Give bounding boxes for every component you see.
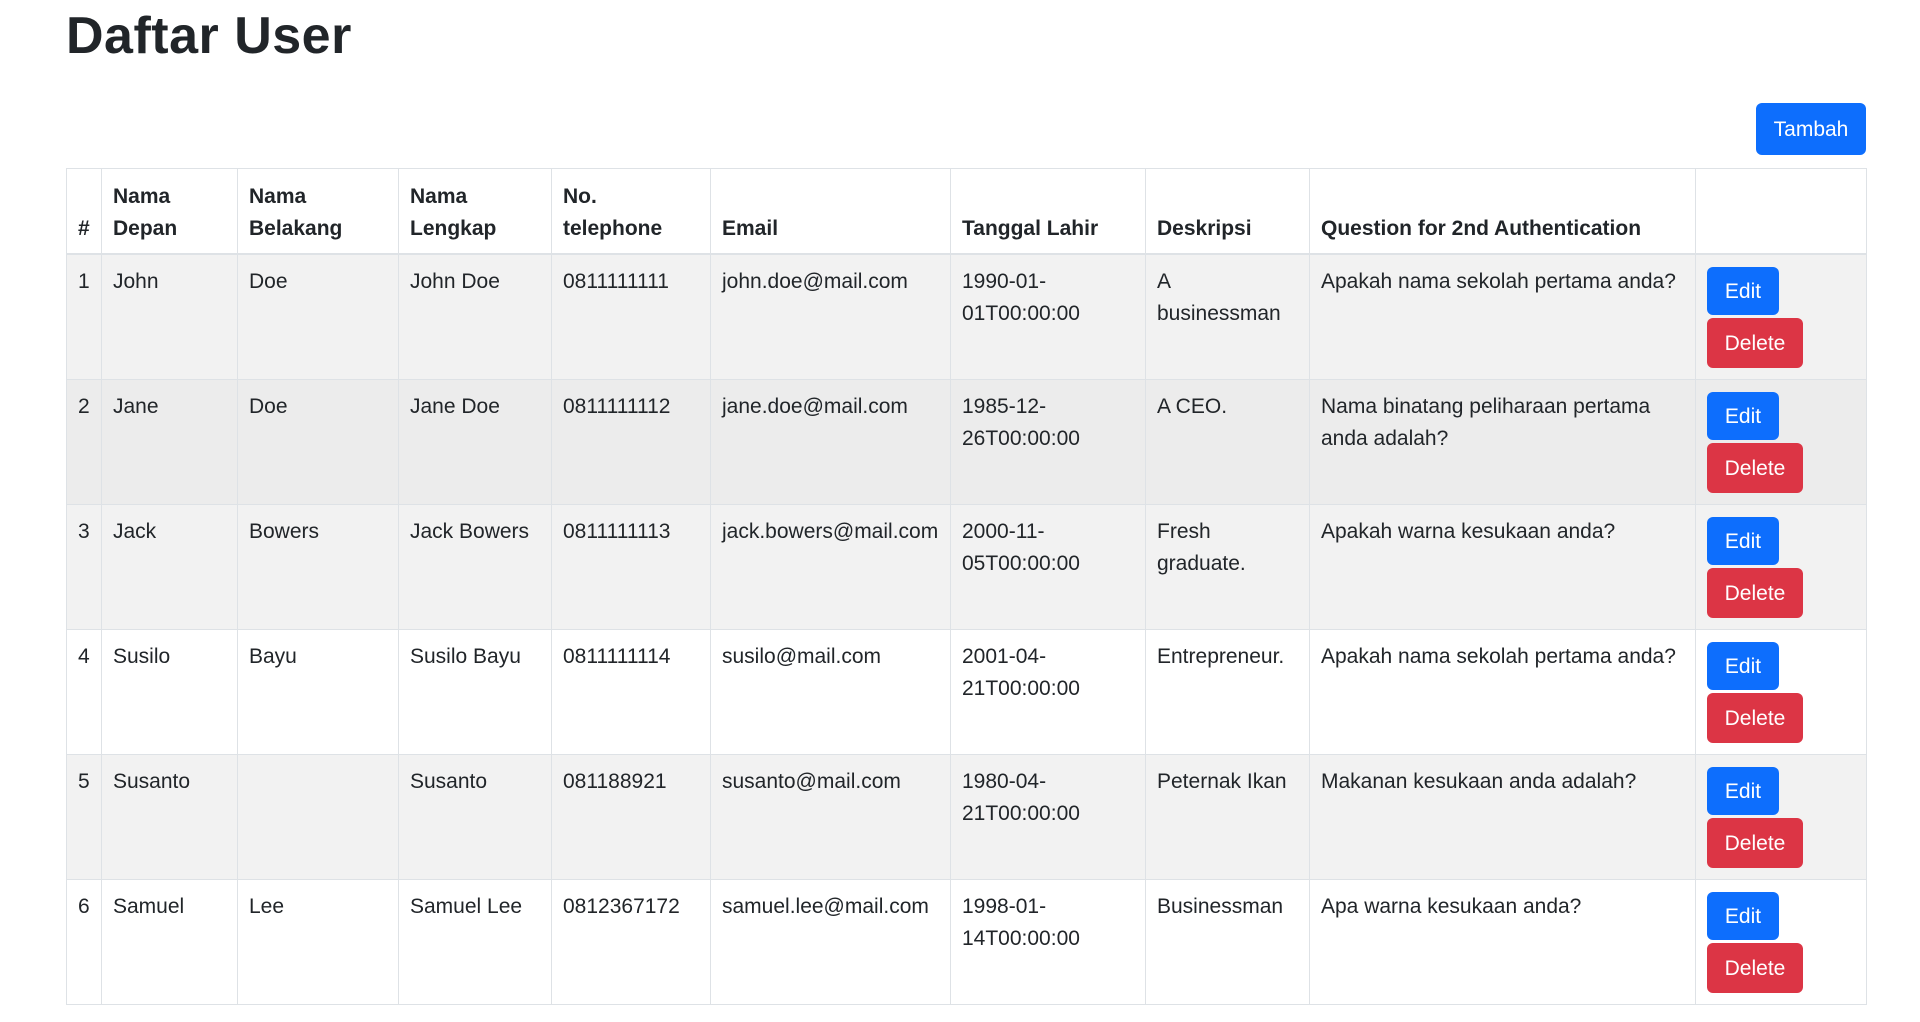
cell-email: susilo@mail.com bbox=[710, 629, 951, 755]
cell-phone: 081188921 bbox=[551, 754, 711, 880]
page-title: Daftar User bbox=[66, 7, 352, 65]
cell-number: 4 bbox=[66, 629, 102, 755]
column-header-auth-question: Question for 2nd Authentication bbox=[1309, 168, 1696, 255]
column-header-email: Email bbox=[710, 168, 951, 255]
cell-birth-date: 1998-01-14T00:00:00 bbox=[950, 879, 1146, 1005]
cell-first-name: John bbox=[101, 253, 238, 380]
cell-description: A businessman bbox=[1145, 253, 1310, 380]
main-container: Daftar User Tambah # Nama Depan Nama Bel… bbox=[66, 0, 1867, 1005]
cell-last-name bbox=[237, 754, 399, 880]
cell-first-name: Susilo bbox=[101, 629, 238, 755]
cell-first-name: Jack bbox=[101, 504, 238, 630]
column-header-first-name: Nama Depan bbox=[101, 168, 238, 255]
cell-last-name: Bowers bbox=[237, 504, 399, 630]
cell-full-name: John Doe bbox=[398, 253, 552, 380]
edit-button[interactable]: Edit bbox=[1707, 267, 1779, 315]
cell-description: A CEO. bbox=[1145, 379, 1310, 505]
cell-description: Fresh graduate. bbox=[1145, 504, 1310, 630]
cell-auth-question: Makanan kesukaan anda adalah? bbox=[1309, 754, 1696, 880]
cell-actions: Edit Delete bbox=[1695, 504, 1867, 630]
cell-phone: 0811111113 bbox=[551, 504, 711, 630]
cell-last-name: Doe bbox=[237, 253, 399, 380]
delete-button[interactable]: Delete bbox=[1707, 443, 1803, 493]
delete-button[interactable]: Delete bbox=[1707, 318, 1803, 368]
cell-phone: 0812367172 bbox=[551, 879, 711, 1005]
cell-full-name: Jack Bowers bbox=[398, 504, 552, 630]
cell-description: Entrepreneur. bbox=[1145, 629, 1310, 755]
user-table: # Nama Depan Nama Belakang Nama Lengkap … bbox=[66, 168, 1867, 1005]
cell-actions: Edit Delete bbox=[1695, 879, 1867, 1005]
edit-button[interactable]: Edit bbox=[1707, 642, 1779, 690]
cell-email: susanto@mail.com bbox=[710, 754, 951, 880]
cell-phone: 0811111111 bbox=[551, 253, 711, 380]
cell-full-name: Jane Doe bbox=[398, 379, 552, 505]
cell-first-name: Susanto bbox=[101, 754, 238, 880]
table-row: 5 Susanto Susanto 081188921 susanto@mail… bbox=[66, 754, 1867, 880]
edit-button[interactable]: Edit bbox=[1707, 517, 1779, 565]
edit-button[interactable]: Edit bbox=[1707, 392, 1779, 440]
cell-auth-question: Apakah warna kesukaan anda? bbox=[1309, 504, 1696, 630]
cell-auth-question: Apakah nama sekolah pertama anda? bbox=[1309, 629, 1696, 755]
cell-number: 6 bbox=[66, 879, 102, 1005]
cell-number: 5 bbox=[66, 754, 102, 880]
cell-email: samuel.lee@mail.com bbox=[710, 879, 951, 1005]
table-row: 2 Jane Doe Jane Doe 0811111112 jane.doe@… bbox=[66, 379, 1867, 505]
cell-last-name: Lee bbox=[237, 879, 399, 1005]
table-row: 6 Samuel Lee Samuel Lee 0812367172 samue… bbox=[66, 879, 1867, 1005]
cell-auth-question: Apa warna kesukaan anda? bbox=[1309, 879, 1696, 1005]
cell-number: 2 bbox=[66, 379, 102, 505]
cell-auth-question: Apakah nama sekolah pertama anda? bbox=[1309, 253, 1696, 380]
column-header-actions bbox=[1695, 168, 1867, 255]
cell-full-name: Samuel Lee bbox=[398, 879, 552, 1005]
cell-actions: Edit Delete bbox=[1695, 629, 1867, 755]
cell-description: Peternak Ikan bbox=[1145, 754, 1310, 880]
delete-button[interactable]: Delete bbox=[1707, 818, 1803, 868]
cell-actions: Edit Delete bbox=[1695, 253, 1867, 380]
delete-button[interactable]: Delete bbox=[1707, 693, 1803, 743]
cell-phone: 0811111114 bbox=[551, 629, 711, 755]
table-row: 3 Jack Bowers Jack Bowers 0811111113 jac… bbox=[66, 504, 1867, 630]
edit-button[interactable]: Edit bbox=[1707, 767, 1779, 815]
cell-actions: Edit Delete bbox=[1695, 379, 1867, 505]
cell-first-name: Jane bbox=[101, 379, 238, 505]
cell-birth-date: 1985-12-26T00:00:00 bbox=[950, 379, 1146, 505]
cell-email: jane.doe@mail.com bbox=[710, 379, 951, 505]
cell-full-name: Susanto bbox=[398, 754, 552, 880]
cell-phone: 0811111112 bbox=[551, 379, 711, 505]
column-header-full-name: Nama Lengkap bbox=[398, 168, 552, 255]
cell-number: 3 bbox=[66, 504, 102, 630]
cell-birth-date: 1990-01-01T00:00:00 bbox=[950, 253, 1146, 380]
cell-email: john.doe@mail.com bbox=[710, 253, 951, 380]
edit-button[interactable]: Edit bbox=[1707, 892, 1779, 940]
cell-description: Businessman bbox=[1145, 879, 1310, 1005]
cell-last-name: Bayu bbox=[237, 629, 399, 755]
add-user-button[interactable]: Tambah bbox=[1756, 103, 1866, 155]
cell-birth-date: 2001-04-21T00:00:00 bbox=[950, 629, 1146, 755]
toolbar: Tambah bbox=[66, 66, 1866, 168]
cell-number: 1 bbox=[66, 253, 102, 380]
column-header-birth-date: Tanggal Lahir bbox=[950, 168, 1146, 255]
column-header-phone: No. telephone bbox=[551, 168, 711, 255]
cell-birth-date: 1980-04-21T00:00:00 bbox=[950, 754, 1146, 880]
table-row: 4 Susilo Bayu Susilo Bayu 0811111114 sus… bbox=[66, 629, 1867, 755]
column-header-number: # bbox=[66, 168, 102, 255]
cell-first-name: Samuel bbox=[101, 879, 238, 1005]
cell-birth-date: 2000-11-05T00:00:00 bbox=[950, 504, 1146, 630]
column-header-description: Deskripsi bbox=[1145, 168, 1310, 255]
cell-auth-question: Nama binatang peliharaan pertama anda ad… bbox=[1309, 379, 1696, 505]
delete-button[interactable]: Delete bbox=[1707, 943, 1803, 993]
delete-button[interactable]: Delete bbox=[1707, 568, 1803, 618]
table-row: 1 John Doe John Doe 0811111111 john.doe@… bbox=[66, 253, 1867, 380]
cell-full-name: Susilo Bayu bbox=[398, 629, 552, 755]
table-header-row: # Nama Depan Nama Belakang Nama Lengkap … bbox=[66, 168, 1867, 255]
cell-actions: Edit Delete bbox=[1695, 754, 1867, 880]
cell-last-name: Doe bbox=[237, 379, 399, 505]
column-header-last-name: Nama Belakang bbox=[237, 168, 399, 255]
cell-email: jack.bowers@mail.com bbox=[710, 504, 951, 630]
